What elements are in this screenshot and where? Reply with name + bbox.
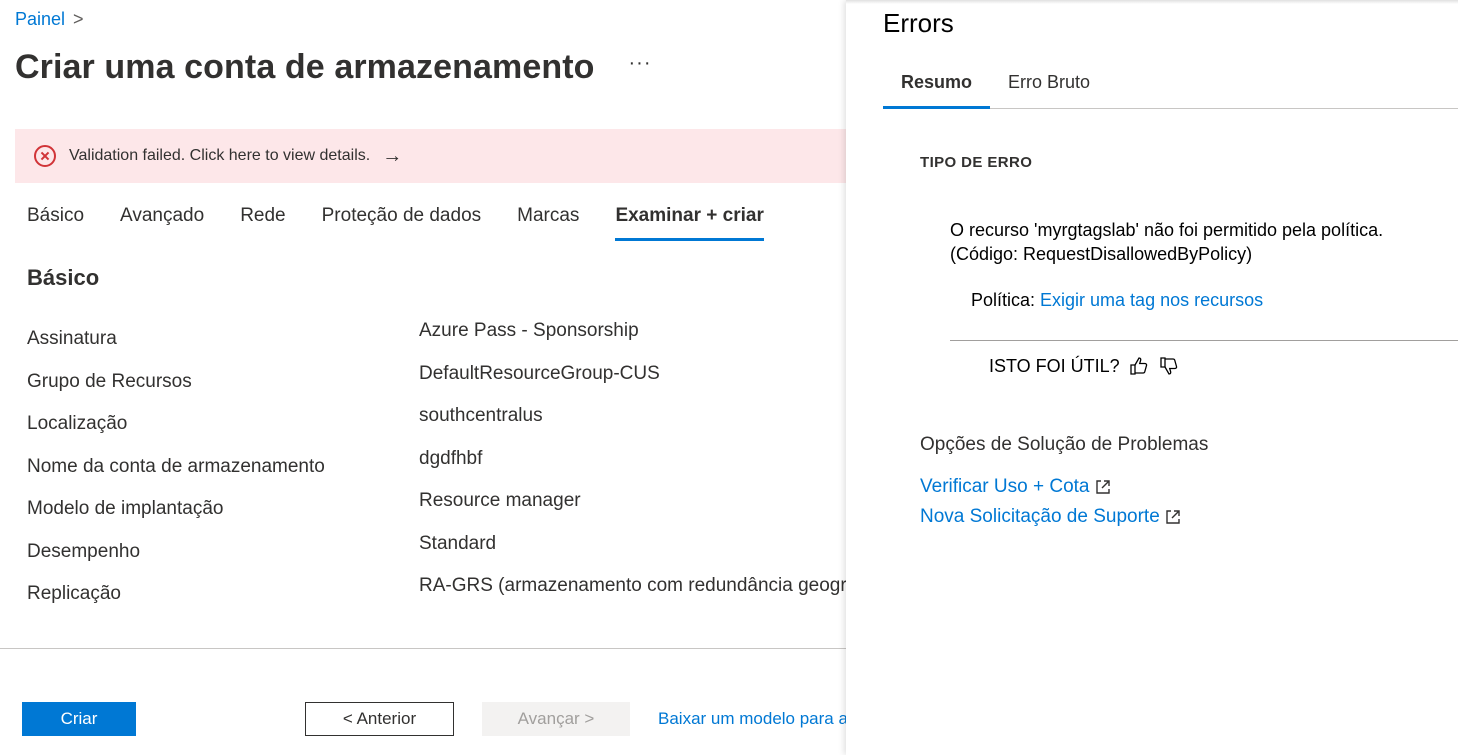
tab-avancado[interactable]: Avançado [120, 205, 204, 241]
external-link-icon [1095, 479, 1111, 495]
title-row: Criar uma conta de armazenamento ··· [15, 48, 651, 87]
chevron-right-icon: > [73, 9, 84, 29]
error-message-line: O recurso 'myrgtagslab' não foi permitid… [950, 220, 1384, 240]
divider [950, 340, 1458, 341]
summary-row: Assinatura Azure Pass - Sponsorship [27, 320, 846, 363]
policy-label: Política: [971, 290, 1041, 310]
new-support-request-link[interactable]: Nova Solicitação de Suporte [920, 506, 1181, 528]
errors-title: Errors [883, 8, 954, 38]
breadcrumb-item-painel[interactable]: Painel [15, 9, 65, 30]
summary-row: Nome da conta de armazenamento dgdfhbf [27, 448, 846, 491]
summary-row: Replicação RA-GRS (armazenamento com red… [27, 575, 846, 618]
breadcrumb: Painel > [15, 9, 84, 30]
field-value: southcentralus [419, 405, 543, 426]
field-value: DefaultResourceGroup-CUS [419, 362, 660, 384]
field-value: RA-GRS (armazenamento com redundância ge… [419, 575, 846, 596]
validation-alert[interactable]: Validation failed. Click here to view de… [15, 129, 846, 183]
field-label: Localização [27, 413, 128, 434]
policy-link[interactable]: Exigir uma tag nos recursos [1040, 290, 1263, 310]
thumbs-up-icon[interactable] [1128, 355, 1150, 377]
tab-erro-bruto[interactable]: Erro Bruto [990, 72, 1108, 109]
field-label: Desempenho [27, 540, 141, 562]
summary-list: Assinatura Azure Pass - Sponsorship Grup… [27, 320, 846, 618]
section-title: Básico [27, 265, 100, 290]
tab-basico[interactable]: Básico [27, 205, 84, 241]
errors-panel: Errors Resumo Erro Bruto TIPO DE ERRO O … [846, 0, 1458, 755]
download-template-link[interactable]: Baixar um modelo para automação [658, 709, 846, 729]
summary-row: Grupo de Recursos DefaultResourceGroup-C… [27, 363, 846, 406]
tab-examinar-criar[interactable]: Examinar + criar [615, 205, 764, 241]
field-label: Replicação [27, 583, 121, 604]
footer-divider [0, 648, 846, 649]
field-value: Resource manager [419, 490, 581, 511]
field-value: dgdfhbf [419, 447, 483, 469]
field-label: Grupo de Recursos [27, 370, 192, 392]
check-usage-quota-link[interactable]: Verificar Uso + Cota [920, 476, 1111, 498]
alert-text: Validation failed. Click here to view de… [69, 147, 371, 164]
field-label: Assinatura [27, 328, 117, 349]
panel-shadow [846, 0, 1458, 4]
link-label: Verificar Uso + Cota [920, 476, 1090, 497]
troubleshoot-heading: Opções de Solução de Problemas [920, 434, 1209, 455]
field-value: Azure Pass - Sponsorship [419, 320, 639, 341]
policy-row: Política: Exigir uma tag nos recursos [971, 290, 1263, 311]
summary-row: Modelo de implantação Resource manager [27, 490, 846, 533]
link-label: Nova Solicitação de Suporte [920, 506, 1160, 527]
thumbs-down-icon[interactable] [1158, 355, 1180, 377]
create-storage-blade: Painel > Criar uma conta de armazenament… [0, 0, 846, 755]
page-title: Criar uma conta de armazenamento [15, 48, 595, 86]
wizard-tabs: Básico Avançado Rede Proteção de dados M… [27, 205, 800, 241]
field-label: Nome da conta de armazenamento [27, 455, 325, 477]
summary-row: Localização southcentralus [27, 405, 846, 448]
summary-row: Desempenho Standard [27, 533, 846, 576]
field-label: Modelo de implantação [27, 498, 224, 519]
arrow-right-icon: → [382, 144, 403, 167]
error-circle-icon [34, 145, 56, 167]
errors-tabs: Resumo Erro Bruto [883, 72, 1458, 109]
create-button[interactable]: Criar [22, 702, 136, 736]
feedback-row: ISTO FOI ÚTIL? [989, 355, 1180, 377]
error-type-heading: TIPO DE ERRO [920, 154, 1033, 171]
error-message: O recurso 'myrgtagslab' não foi permitid… [950, 218, 1450, 266]
feedback-question: ISTO FOI ÚTIL? [989, 355, 1120, 376]
previous-button[interactable]: < Anterior [305, 702, 454, 736]
tab-marcas[interactable]: Marcas [517, 205, 579, 241]
next-button: Avançar > [482, 702, 630, 736]
tab-resumo[interactable]: Resumo [883, 72, 991, 109]
tab-protecao-de-dados[interactable]: Proteção de dados [322, 205, 482, 241]
more-options-icon[interactable]: ··· [629, 52, 652, 75]
error-code-line: (Código: RequestDisallowedByPolicy) [950, 244, 1253, 264]
tab-rede[interactable]: Rede [240, 205, 285, 241]
field-value: Standard [419, 532, 497, 554]
external-link-icon [1165, 509, 1181, 525]
